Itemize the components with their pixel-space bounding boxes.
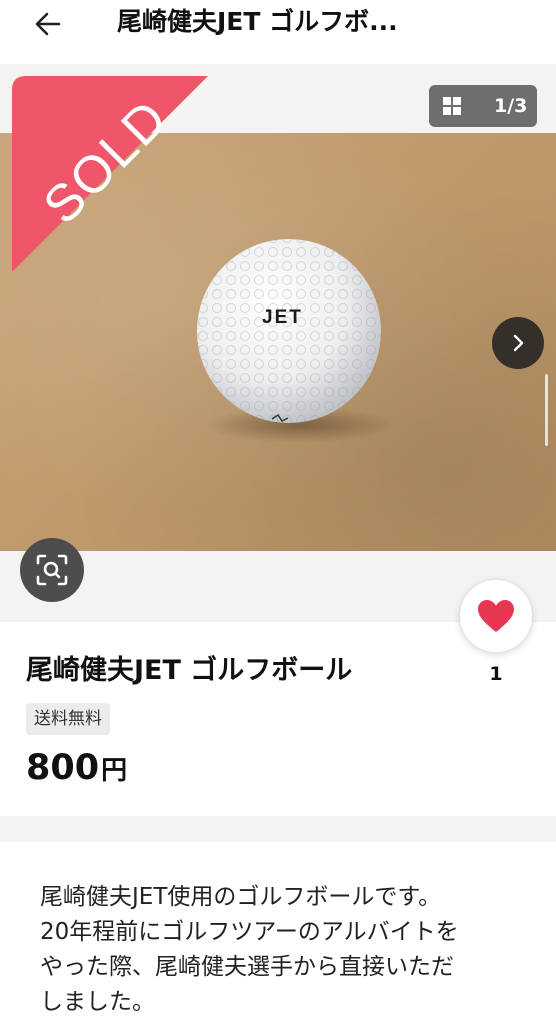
price-value: 800 xyxy=(26,748,100,788)
image-counter-button[interactable]: 1/3 xyxy=(429,85,537,127)
heart-icon xyxy=(478,600,514,632)
back-button[interactable] xyxy=(28,4,68,44)
next-image-button[interactable] xyxy=(492,317,544,369)
item-title: 尾崎健夫JET ゴルフボール xyxy=(26,655,353,686)
shipping-tag: 送料無料 xyxy=(26,703,110,735)
app-bar-title: 尾崎健夫JET ゴルフボ... xyxy=(117,7,398,36)
ball-logo-text: JET xyxy=(262,307,303,328)
image-counter-text: 1/3 xyxy=(494,95,528,117)
price: 800 円 xyxy=(26,748,127,788)
like-button[interactable] xyxy=(460,580,532,652)
scrollbar-thumb[interactable] xyxy=(545,374,548,446)
like-count: 1 xyxy=(489,663,503,685)
image-search-icon xyxy=(36,554,68,586)
grid-icon xyxy=(443,97,461,115)
price-currency: 円 xyxy=(101,756,128,786)
arrow-back-icon xyxy=(35,12,61,36)
chevron-right-icon xyxy=(513,334,524,352)
section-divider xyxy=(0,816,556,842)
item-description: 尾崎健夫JET使用のゴルフボールです。 20年程前にゴルフツアーのアルバイトを … xyxy=(40,884,459,1015)
app-bar: 尾崎健夫JET ゴルフボ... xyxy=(0,0,556,64)
image-search-button[interactable] xyxy=(20,538,84,602)
